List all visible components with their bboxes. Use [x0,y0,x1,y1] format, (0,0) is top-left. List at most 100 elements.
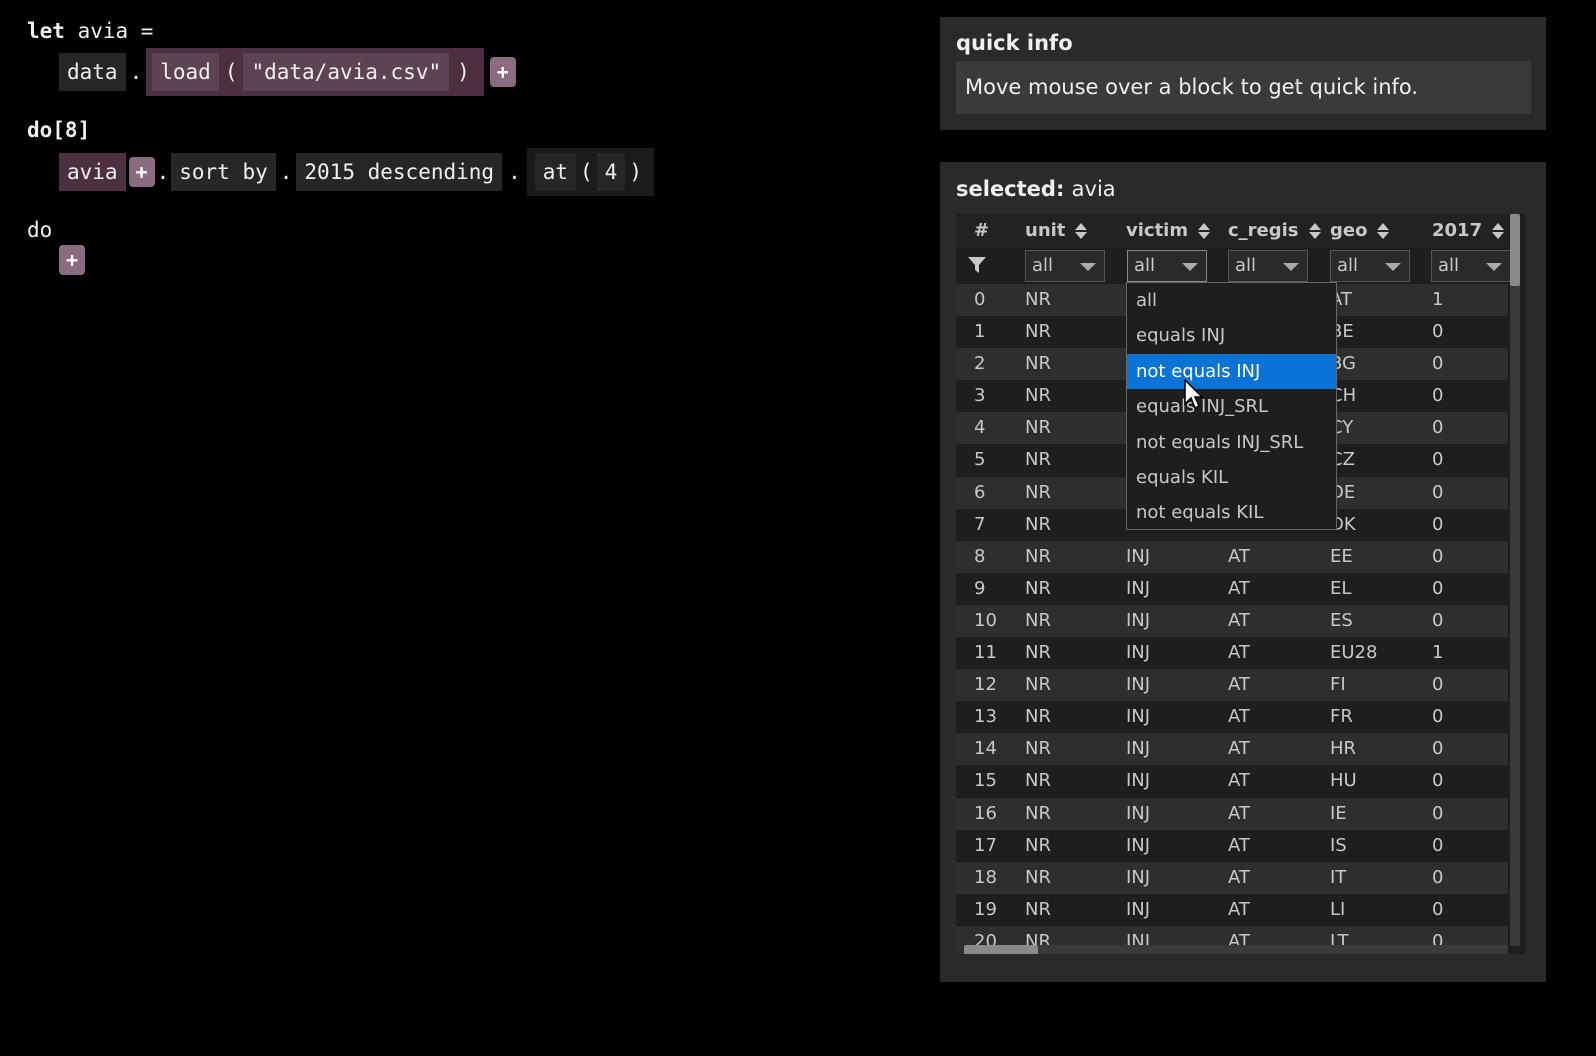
table-row[interactable]: 17 NR INJ AT IS 0 [956,829,1508,862]
cell-unit: NR [1025,449,1051,471]
cell-2017: 0 [1432,674,1444,696]
cell-index: 17 [974,834,997,856]
filter-select-victim[interactable]: all [1127,250,1207,282]
table-row[interactable]: 12 NR INJ AT FI 0 [956,669,1508,702]
cell-geo: LI [1330,898,1346,920]
table-row[interactable]: 13 NR INJ AT FR 0 [956,701,1508,734]
vertical-scrollbar-thumb[interactable] [1510,214,1520,286]
cell-geo: FR [1330,706,1353,728]
at-argument[interactable]: 4 [596,153,626,191]
cell-victim: INJ [1126,609,1151,631]
cell-2017: 0 [1432,385,1444,407]
load-argument[interactable]: "data/avia.csv" [243,53,450,91]
cell-index: 10 [974,609,997,631]
table-row[interactable]: 18 NR INJ AT IT 0 [956,861,1508,894]
cell-victim: INJ [1126,834,1151,856]
col-header-c-regis[interactable]: c_regis [1228,220,1321,241]
dropdown-option[interactable]: all [1127,283,1336,318]
cell-2017: 0 [1432,898,1444,920]
cell-unit: NR [1025,385,1051,407]
cell-index: 8 [974,545,986,567]
col-header-2017[interactable]: 2017 [1432,220,1505,241]
cell-2017: 0 [1432,577,1444,599]
table-row[interactable]: 10 NR INJ AT ES 0 [956,604,1508,638]
sort-icon[interactable] [1198,222,1211,240]
table-row[interactable]: 9 NR INJ AT EL 0 [956,572,1508,605]
filter-row: all all all all all [956,248,1511,284]
victim-filter-dropdown: all equals INJ not equals INJ equals INJ_SR… [1126,282,1337,530]
cell-c-regis: AT [1228,834,1250,856]
table-row[interactable]: 15 NR INJ AT HU 0 [956,765,1508,798]
cell-index: 15 [974,770,997,792]
at-call-block[interactable]: at ( 4 ) [526,148,654,196]
filter-select-2017[interactable]: all [1431,250,1511,282]
table-row[interactable]: 11 NR INJ AT EU28 1 [956,637,1508,670]
cell-victim: INJ [1126,802,1151,824]
table-row[interactable]: 14 NR INJ AT HR 0 [956,733,1508,766]
col-header-victim[interactable]: victim [1126,220,1211,241]
cell-2017: 0 [1432,321,1444,343]
sort-icon[interactable] [1377,222,1390,240]
cell-2017: 0 [1432,738,1444,760]
cell-victim: INJ [1126,770,1151,792]
dropdown-option[interactable]: not equals INJ [1127,353,1336,390]
filter-select-unit[interactable]: all [1025,250,1105,282]
table-row[interactable]: 8 NR INJ AT EE 0 [956,540,1508,573]
sort-icon[interactable] [1492,222,1505,240]
dropdown-option[interactable]: equals INJ_SRL [1127,389,1336,424]
cell-index: 14 [974,738,997,760]
table-row[interactable]: 19 NR INJ AT LI 0 [956,893,1508,926]
data-block[interactable]: data [59,53,126,91]
cell-victim: INJ [1126,738,1151,760]
cell-victim: INJ [1126,866,1151,888]
avia-block[interactable]: avia [59,153,126,191]
cell-c-regis: AT [1228,577,1250,599]
cell-unit: NR [1025,898,1051,920]
cell-2017: 0 [1432,706,1444,728]
quick-info-panel: quick info Move mouse over a block to ge… [940,17,1546,130]
load-function[interactable]: load [152,53,219,91]
sort-by-block[interactable]: sort by [171,153,276,191]
dropdown-option[interactable]: not equals INJ_SRL [1127,425,1336,460]
sort-icon[interactable] [1075,222,1088,240]
sort-icon[interactable] [1308,222,1321,240]
cell-unit: NR [1025,609,1051,631]
chevron-down-icon [1486,263,1502,271]
cell-2017: 0 [1432,417,1444,439]
do8-label: do[8] [27,118,90,142]
chevron-down-icon [1080,263,1096,271]
col-header-geo[interactable]: geo [1330,220,1390,241]
avia-add-button[interactable]: + [128,157,155,187]
load-add-button[interactable]: + [489,57,516,87]
selected-title: selected: avia [956,177,1116,201]
cell-unit: NR [1025,834,1051,856]
cell-c-regis: AT [1228,898,1250,920]
load-call-block[interactable]: load ( "data/avia.csv" ) [146,48,484,96]
dropdown-option[interactable]: equals KIL [1127,460,1336,495]
at-function[interactable]: at [534,153,577,191]
filter-select-c-regis[interactable]: all [1228,250,1308,282]
cell-2017: 1 [1432,289,1444,310]
dropdown-option[interactable]: equals INJ [1127,318,1336,353]
cell-geo: EE [1330,545,1353,567]
sort-arg-block[interactable]: 2015 descending [296,153,503,191]
cell-geo: IT [1330,866,1347,888]
cell-victim: INJ [1126,577,1151,599]
dropdown-option[interactable]: not equals KIL [1127,495,1336,530]
cell-geo: EL [1330,577,1352,599]
cell-unit: NR [1025,866,1051,888]
col-header-unit[interactable]: unit [1025,220,1088,241]
cell-index: 9 [974,577,986,599]
horizontal-scrollbar-thumb[interactable] [964,945,1038,954]
filter-icon [968,257,986,273]
vertical-scrollbar[interactable] [1510,214,1520,946]
table-row[interactable]: 16 NR INJ AT IE 0 [956,797,1508,830]
horizontal-scrollbar[interactable] [964,945,1508,954]
cell-2017: 0 [1432,834,1444,856]
filter-select-geo[interactable]: all [1330,250,1410,282]
do-add-button[interactable]: + [59,245,85,275]
cell-2017: 0 [1432,513,1444,535]
cell-victim: INJ [1126,898,1151,920]
cell-2017: 0 [1432,449,1444,471]
cell-c-regis: AT [1228,706,1250,728]
